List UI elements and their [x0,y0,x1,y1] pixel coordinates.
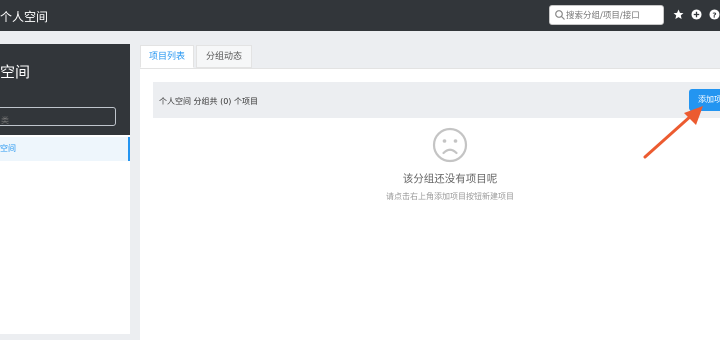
tab-group-activity[interactable]: 分组动态 [196,45,252,68]
svg-text:?: ? [712,10,716,19]
search-icon [555,10,565,20]
app-title: 个人空间 [0,10,49,24]
empty-state-title: 该分组还没有项目呢 [402,173,498,185]
sidebar-header: 空间 [0,44,130,135]
project-summary-bar: 个人空间 分组共 (0) 个项目 [153,82,720,118]
group-search-input[interactable] [0,112,115,129]
sad-face-icon [432,127,468,163]
sidebar-item-label: 空间 [0,144,16,153]
annotation-arrow-icon [643,106,703,159]
star-icon[interactable] [673,9,684,20]
search-input[interactable] [566,8,662,23]
tab-project-list[interactable]: 项目列表 [140,45,194,68]
sidebar-item-personal-space[interactable]: 空间 [0,137,130,161]
group-search[interactable] [0,107,116,129]
top-bar: 个人空间 ? [0,0,720,31]
group-sidebar: 空间 空间 [0,44,130,334]
project-count-text: 个人空间 分组共 (0) 个项目 [159,97,258,106]
empty-state-description: 请点击右上角添加项目按钮新建项目 [386,192,514,201]
global-search[interactable] [549,5,664,25]
current-group-name: 空间 [0,63,31,81]
help-icon[interactable]: ? [709,9,720,20]
plus-circle-icon[interactable] [691,9,702,20]
